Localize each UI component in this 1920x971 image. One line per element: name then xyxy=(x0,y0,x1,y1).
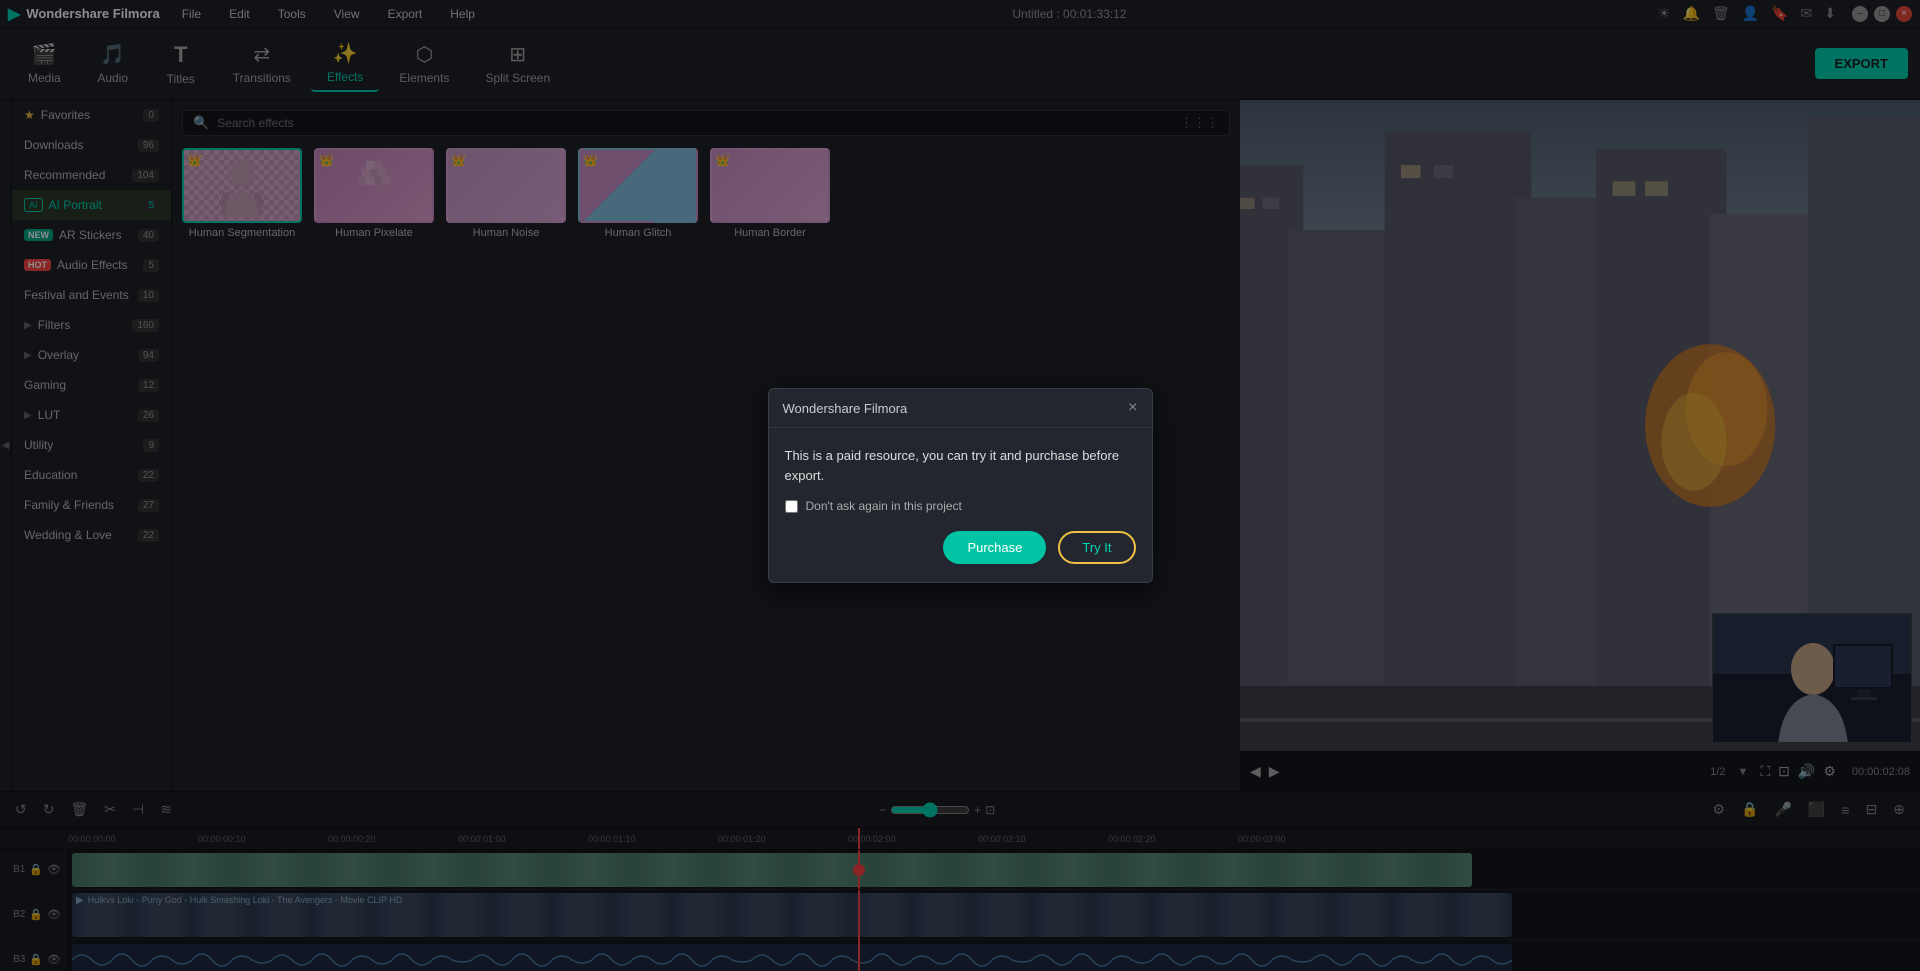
purchase-button[interactable]: Purchase xyxy=(943,531,1046,564)
dialog-actions: Purchase Try It xyxy=(785,531,1136,564)
dont-ask-label: Don't ask again in this project xyxy=(806,499,962,513)
dialog-close-button[interactable]: × xyxy=(1128,399,1137,417)
dialog-checkbox-row: Don't ask again in this project xyxy=(785,499,1136,513)
dialog-title: Wondershare Filmora xyxy=(783,401,908,416)
dialog-message: This is a paid resource, you can try it … xyxy=(785,446,1136,485)
dialog-body: This is a paid resource, you can try it … xyxy=(769,428,1152,582)
dialog: Wondershare Filmora × This is a paid res… xyxy=(768,388,1153,583)
try-it-button[interactable]: Try It xyxy=(1058,531,1135,564)
dialog-overlay: Wondershare Filmora × This is a paid res… xyxy=(0,0,1920,971)
dialog-header: Wondershare Filmora × xyxy=(769,389,1152,428)
dont-ask-checkbox[interactable] xyxy=(785,500,798,513)
